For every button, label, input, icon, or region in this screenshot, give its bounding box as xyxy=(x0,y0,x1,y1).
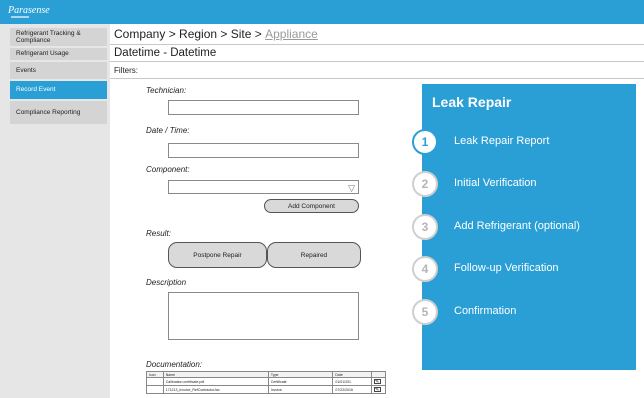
step-number: 4 xyxy=(412,256,438,282)
sidebar: Refrigerant Tracking & Compliance Refrig… xyxy=(0,24,110,398)
cell-date: 07/22/2016 xyxy=(332,385,372,394)
step-initial-verification[interactable]: 2 Initial Verification xyxy=(412,171,636,197)
filters-label[interactable]: Filters: xyxy=(114,66,138,75)
edit-icon[interactable]: ✎ xyxy=(373,379,381,385)
step-label: Initial Verification xyxy=(454,177,537,189)
top-bar: Parasense xyxy=(0,0,644,24)
breadcrumb-current[interactable]: Appliance xyxy=(265,27,318,41)
step-number: 3 xyxy=(412,214,438,240)
result-label: Result: xyxy=(146,229,171,238)
step-confirmation[interactable]: 5 Confirmation xyxy=(412,299,636,325)
filters-bar: Filters: xyxy=(110,62,644,79)
table-row[interactable]: 171213_Invoice_RefContractorJax Invoice … xyxy=(146,385,387,394)
date-range-text[interactable]: Datetime - Datetime xyxy=(114,47,216,59)
step-number: 1 xyxy=(412,129,438,155)
step-leak-repair-report[interactable]: 1 Leak Repair Report xyxy=(412,129,636,155)
step-add-refrigerant[interactable]: 3 Add Refrigerant (optional) xyxy=(412,214,636,240)
postpone-repair-button[interactable]: Postpone Repair xyxy=(168,242,267,268)
chevron-down-icon: ▽ xyxy=(348,183,355,193)
logo-underline xyxy=(11,16,29,18)
cell-edit[interactable]: ✎ xyxy=(370,385,387,394)
cell-edit[interactable]: ✎ xyxy=(370,377,387,386)
datetime-label: Date / Time: xyxy=(146,126,190,135)
cell-date: 01/01/201 xyxy=(332,377,372,386)
step-label: Confirmation xyxy=(454,305,517,317)
date-range: Datetime - Datetime xyxy=(110,45,644,62)
cell-icon xyxy=(146,385,164,394)
breadcrumb: Company > Region > Site > Appliance xyxy=(110,24,644,45)
step-follow-up-verification[interactable]: 4 Follow-up Verification xyxy=(412,256,636,282)
cell-type: Certificate xyxy=(267,377,334,386)
edit-icon[interactable]: ✎ xyxy=(373,387,381,393)
description-textarea[interactable] xyxy=(168,292,359,340)
technician-label: Technician: xyxy=(146,86,187,95)
sidebar-item-refrigerant-tracking[interactable]: Refrigerant Tracking & Compliance xyxy=(10,28,107,46)
add-component-button[interactable]: Add Component xyxy=(264,199,359,213)
brand-logo[interactable]: Parasense xyxy=(8,5,50,16)
step-number: 5 xyxy=(412,299,438,325)
step-number: 2 xyxy=(412,171,438,197)
description-label: Description xyxy=(146,278,187,287)
step-label: Leak Repair Report xyxy=(454,135,550,147)
cell-icon xyxy=(146,377,164,386)
repaired-button[interactable]: Repaired xyxy=(267,242,361,268)
cell-name[interactable]: Calibration certificate.pdf xyxy=(162,377,269,386)
cell-name[interactable]: 171213_Invoice_RefContractorJax xyxy=(162,385,269,394)
cell-type: Invoice xyxy=(267,385,334,394)
component-select[interactable]: ▽ xyxy=(168,180,359,194)
step-label: Add Refrigerant (optional) xyxy=(454,220,580,232)
step-label: Follow-up Verification xyxy=(454,262,559,274)
breadcrumb-path[interactable]: Company > Region > Site > xyxy=(114,27,265,41)
leak-repair-panel: Leak Repair 1 Leak Repair Report 2 Initi… xyxy=(412,84,636,370)
sidebar-item-compliance-reporting[interactable]: Compliance Reporting xyxy=(10,101,107,124)
documentation-table: Icon Name Type Date Calibration certific… xyxy=(146,371,387,394)
technician-input[interactable] xyxy=(168,100,359,115)
panel-title: Leak Repair xyxy=(432,94,512,110)
datetime-input[interactable] xyxy=(168,143,359,158)
sidebar-item-events[interactable]: Events xyxy=(10,62,107,79)
sidebar-item-refrigerant-usage[interactable]: Refrigerant Usage xyxy=(10,48,107,60)
documentation-label: Documentation: xyxy=(146,360,203,369)
sidebar-item-record-event[interactable]: Record Event xyxy=(10,81,107,99)
component-label: Component: xyxy=(146,165,190,174)
table-row[interactable]: Calibration certificate.pdf Certificate … xyxy=(146,377,387,386)
